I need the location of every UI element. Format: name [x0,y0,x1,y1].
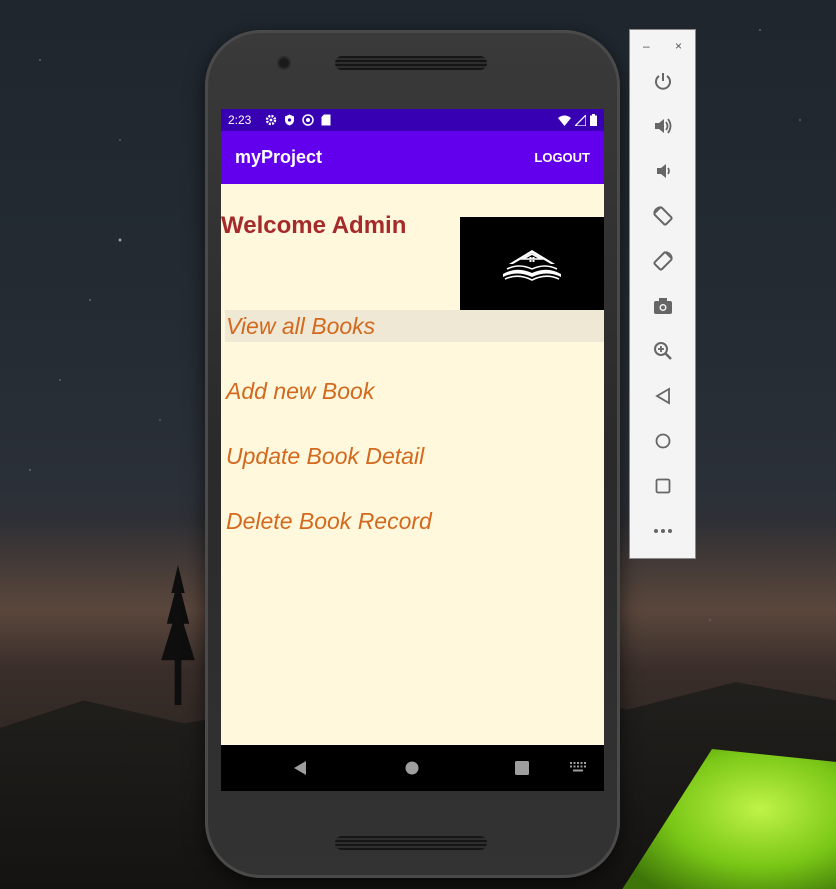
volume-down-button[interactable] [650,158,676,184]
home-icon [655,433,671,449]
app-bar: myProject LOGOUT [221,131,604,184]
recents-icon [515,761,529,775]
menu-view-all-books[interactable]: View all Books [225,310,604,342]
rotate-left-icon [653,206,673,226]
volume-up-button[interactable] [650,113,676,139]
settings-icon [266,114,277,126]
volume-down-icon [657,164,670,178]
menu-delete-book-record[interactable]: Delete Book Record [225,505,604,537]
library-logo [460,217,604,313]
power-icon [655,73,671,90]
menu-update-book-detail[interactable]: Update Book Detail [225,440,604,472]
navigation-bar [221,745,604,791]
signal-icon [575,114,586,126]
battery-icon [590,114,597,126]
back-icon [294,761,306,775]
emu-home-button[interactable] [650,428,676,454]
screenshot-button[interactable] [650,293,676,319]
close-icon[interactable]: × [675,39,682,53]
status-time: 2:23 [228,113,252,127]
front-camera [279,58,289,68]
phone-frame: 2:23 myProject LOGOUT Welcome Admin View… [205,30,620,878]
emu-back-button[interactable] [650,383,676,409]
emu-overview-button[interactable] [650,473,676,499]
status-bar: 2:23 [221,109,604,131]
nav-recents-button[interactable] [515,761,529,775]
overview-icon [655,478,671,494]
bottom-speaker [335,836,487,850]
minimize-icon[interactable]: – [643,39,650,53]
volume-up-icon [655,118,672,134]
more-icon [654,529,672,533]
earpiece-speaker [335,56,487,70]
more-options-button[interactable] [650,518,676,544]
nav-back-button[interactable] [293,760,307,776]
sync-icon [302,114,315,126]
keyboard-icon [570,762,586,772]
menu-add-new-book[interactable]: Add new Book [225,375,604,407]
back-icon [655,387,670,405]
rotate-right-icon [653,251,673,271]
nav-keyboard-button[interactable] [570,762,586,772]
nav-home-button[interactable] [405,761,419,775]
rotate-left-button[interactable] [650,203,676,229]
device-screen: 2:23 myProject LOGOUT Welcome Admin View… [221,109,604,791]
app-title: myProject [235,147,323,167]
logout-button[interactable]: LOGOUT [534,150,590,165]
wifi-icon [558,115,571,126]
power-button[interactable] [650,68,676,94]
shield-icon [285,114,295,126]
zoom-button[interactable] [650,338,676,364]
screenshot-icon [654,298,672,314]
home-icon [405,761,419,775]
book-house-logo-icon [503,250,561,281]
emulator-control-panel: – × [629,29,696,559]
welcome-heading: Welcome Admin [221,212,407,239]
rotate-right-button[interactable] [650,248,676,274]
zoom-icon [654,342,672,360]
sd-card-icon [321,114,331,126]
